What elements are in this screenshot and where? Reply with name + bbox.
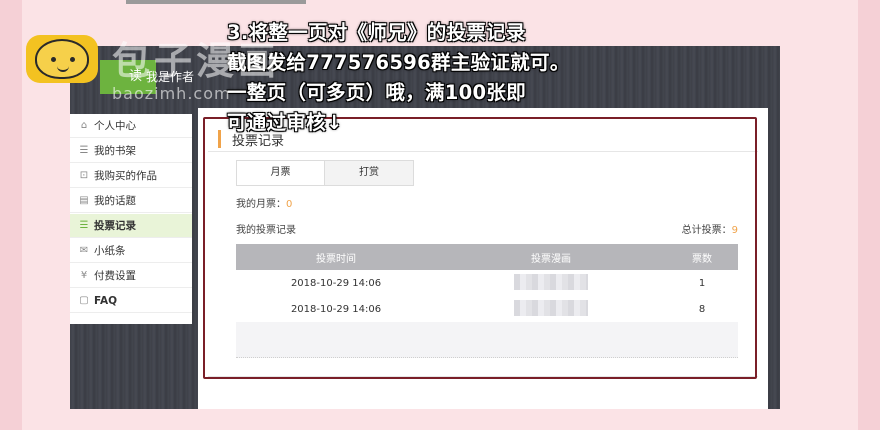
sidebar-item-notes[interactable]: ✉ 小纸条 — [70, 239, 192, 263]
sidebar-item-label: 投票记录 — [94, 220, 136, 232]
sidebar-item-label: 小纸条 — [94, 245, 126, 257]
sidebar-item-label: 付费设置 — [94, 270, 136, 282]
sidebar-item-label: 我的书架 — [94, 145, 136, 157]
sidebar-item-purchased[interactable]: ⊡ 我购买的作品 — [70, 164, 192, 188]
sidebar: ⌂ 个人中心 ☰ 我的书架 ⊡ 我购买的作品 ▤ 我的话题 ☰ 投票记录 ✉ 小… — [70, 114, 192, 324]
cart-icon: ⊡ — [79, 170, 89, 181]
vote-icon: ☰ — [79, 220, 89, 231]
annotation-line: 可通过审核↓ — [227, 111, 343, 134]
watermark-title: 包子漫画 — [112, 39, 281, 83]
sidebar-item-payment-settings[interactable]: ¥ 付费设置 — [70, 264, 192, 288]
yen-icon: ¥ — [80, 270, 88, 281]
list-icon: ☰ — [79, 145, 89, 156]
annotation-text: 3.将整一页对《师兄》的投票记录 截图发给777576596群主验证就可。 一整… — [227, 18, 647, 138]
eye-icon — [51, 57, 56, 62]
sidebar-item-personal-center[interactable]: ⌂ 个人中心 — [70, 114, 192, 138]
annotation-line: 截图发给777576596群主验证就可。 — [227, 51, 570, 74]
mouth-icon — [57, 65, 69, 72]
annotation-highlight-box — [203, 117, 757, 379]
faq-icon: ▢ — [79, 295, 89, 306]
sidebar-item-label: 个人中心 — [94, 120, 136, 132]
sidebar-item-topics[interactable]: ▤ 我的话题 — [70, 189, 192, 213]
home-icon: ⌂ — [80, 120, 88, 131]
sidebar-item-bookshelf[interactable]: ☰ 我的书架 — [70, 139, 192, 163]
bun-face-icon — [35, 39, 89, 79]
watermark-logo-icon — [26, 35, 98, 83]
annotation-line: 3.将整一页对《师兄》的投票记录 — [227, 21, 526, 44]
watermark-url: baozimh.com — [112, 84, 231, 103]
sidebar-item-label: 我的话题 — [94, 195, 136, 207]
sidebar-item-faq[interactable]: ▢ FAQ — [70, 289, 192, 313]
sidebar-item-vote-records[interactable]: ☰ 投票记录 — [70, 214, 192, 238]
sidebar-item-label: 我购买的作品 — [94, 170, 157, 182]
note-icon: ✉ — [79, 245, 89, 256]
top-strip — [126, 0, 306, 4]
eye-icon — [70, 57, 75, 62]
annotation-line: 一整页（可多页）哦，满100张即 — [227, 81, 527, 104]
sidebar-item-label: FAQ — [94, 294, 118, 307]
chat-icon: ▤ — [79, 195, 89, 206]
